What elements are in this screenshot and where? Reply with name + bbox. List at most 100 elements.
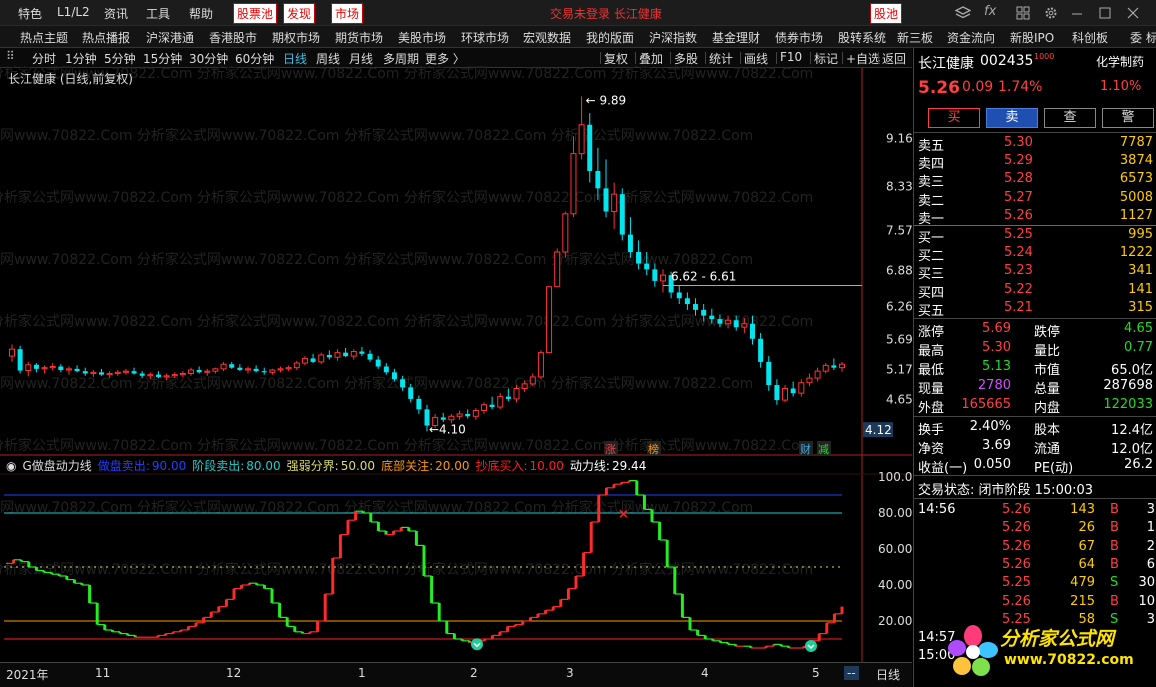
indicator-y-tick: 40.00 [878,578,912,592]
site-logo: 分析家公式网 www.70822.com [948,620,1148,682]
stat-value: 4.65 [1124,321,1153,336]
bid-row[interactable]: 买三 5.23 341 [914,262,1156,282]
param-name: 做盘卖出 [97,459,146,473]
alert-button[interactable]: 警 [1102,108,1154,128]
stock-industry: 化学制药 [1096,55,1145,69]
tick-count: 10 [1138,593,1155,609]
candle-body [106,372,113,376]
trade-status: 交易状态: 闭市阶段 15:00:03 [918,483,1094,498]
candle-body [90,371,97,374]
ask-row[interactable]: 卖五 5.30 7787 [914,134,1156,154]
sell-button[interactable]: 卖 [986,108,1038,128]
minimize-icon[interactable] [1070,6,1084,20]
event-tag[interactable]: 涨 [605,443,616,456]
candle-body [391,372,397,380]
candle-body [521,383,528,390]
formula-icon[interactable]: fx [984,4,996,19]
candle-body [9,348,15,357]
candle-body [456,413,463,417]
ask-row[interactable]: 卖一 5.26 1127 [914,207,1156,227]
indicator-settings-icon[interactable]: ◉ [6,459,16,473]
tick-row: 5.26 67 B 2 [914,538,1156,557]
candle-body [367,353,373,360]
tick-price: 5.26 [1002,538,1031,554]
ask-row[interactable]: 卖四 5.29 3874 [914,152,1156,172]
layers-icon[interactable] [955,6,971,20]
candle-body [774,385,780,401]
watermark-text: 分析家公式网www.70822.Com 分析家公式网www.70822.Com … [0,313,813,330]
param-value: 20.00 [435,459,470,473]
ask-label: 卖一 [918,211,945,227]
stat-value: 2.40% [969,419,1011,434]
candle-body [318,354,325,363]
stat-row: 现量 2780 总量 287698 [914,377,1156,397]
y-tick-label: 4.65 [886,393,912,407]
nav-item[interactable]: 科创板 [1072,29,1108,46]
bid-row[interactable]: 买一 5.25 995 [914,226,1156,246]
event-tag[interactable]: 榜 [648,442,659,456]
stat-value: 2780 [977,378,1011,393]
param-value: 10.00 [529,459,564,473]
tick-side: B [1110,538,1119,554]
param-name: 阶段卖出 [192,459,241,473]
candle-body [619,194,625,235]
nav-item[interactable]: 新股IPO [1010,29,1054,46]
param-name: 底部关注 [381,459,430,473]
candle-body [440,417,446,420]
tick-price: 5.26 [1002,520,1031,536]
candle-body [58,366,64,370]
candle-body [277,368,284,371]
candle-body [139,373,145,376]
candle-body [416,398,422,410]
y-tick-label: 8.33 [886,180,912,194]
ask-row[interactable]: 卖三 5.28 6573 [914,170,1156,190]
candle-body [343,352,349,357]
candle-body [350,350,357,357]
gear-icon[interactable] [1044,6,1058,20]
bid-row[interactable]: 买五 5.21 315 [914,299,1156,319]
stat-value: 5.69 [982,321,1011,336]
close-icon[interactable] [1126,6,1140,20]
candle-body [709,315,715,320]
event-tag[interactable]: 减 [818,443,829,456]
candle-body [383,366,389,373]
indicator-y-tick: 20.00 [878,614,912,628]
event-tag[interactable]: 财 [800,442,811,456]
param-name: 动力线 [569,459,606,473]
bid-row[interactable]: 买二 5.24 1222 [914,244,1156,264]
tick-time: 14:56 [918,502,956,517]
stat-label: 最低 [918,363,945,378]
candle-body [480,404,487,411]
candle-body [147,374,154,377]
candle-body [693,304,699,310]
ask-row[interactable]: 卖二 5.27 5008 [914,189,1156,209]
buy-button[interactable]: 买 [928,108,980,128]
bid-volume: 341 [1128,263,1153,279]
bid-price: 5.21 [1004,299,1033,315]
candle-body [554,251,561,288]
candle-body [587,124,593,171]
query-button[interactable]: 查 [1044,108,1096,128]
axis-dash-button[interactable]: -- [844,666,859,680]
bid-volume: 1222 [1119,245,1153,261]
nav-item[interactable]: 资金流向 [947,29,995,46]
candle-body [122,370,129,373]
indicator-param: 做盘卖出: 90.00 [98,459,186,473]
param-value: 50.00 [340,459,376,473]
nav-item[interactable]: 委 标 [1130,29,1156,46]
grid-icon[interactable] [1016,6,1030,20]
candle-body [179,372,186,376]
candle-body [188,369,195,374]
bid-price: 5.22 [1004,281,1033,297]
candle-body [782,388,789,401]
indicator-y-tick: 60.00 [878,542,912,556]
period-indicator: 日线 [876,668,901,682]
param-value: 29.44 [611,459,647,473]
maximize-icon[interactable] [1098,6,1112,20]
x-tick-3: 3 [566,666,574,680]
candle-body [652,269,658,281]
x-tick-4: 4 [701,666,709,680]
low-label: ←4.10 [429,422,466,436]
bid-row[interactable]: 买四 5.22 141 [914,281,1156,301]
candle-body [659,274,666,282]
